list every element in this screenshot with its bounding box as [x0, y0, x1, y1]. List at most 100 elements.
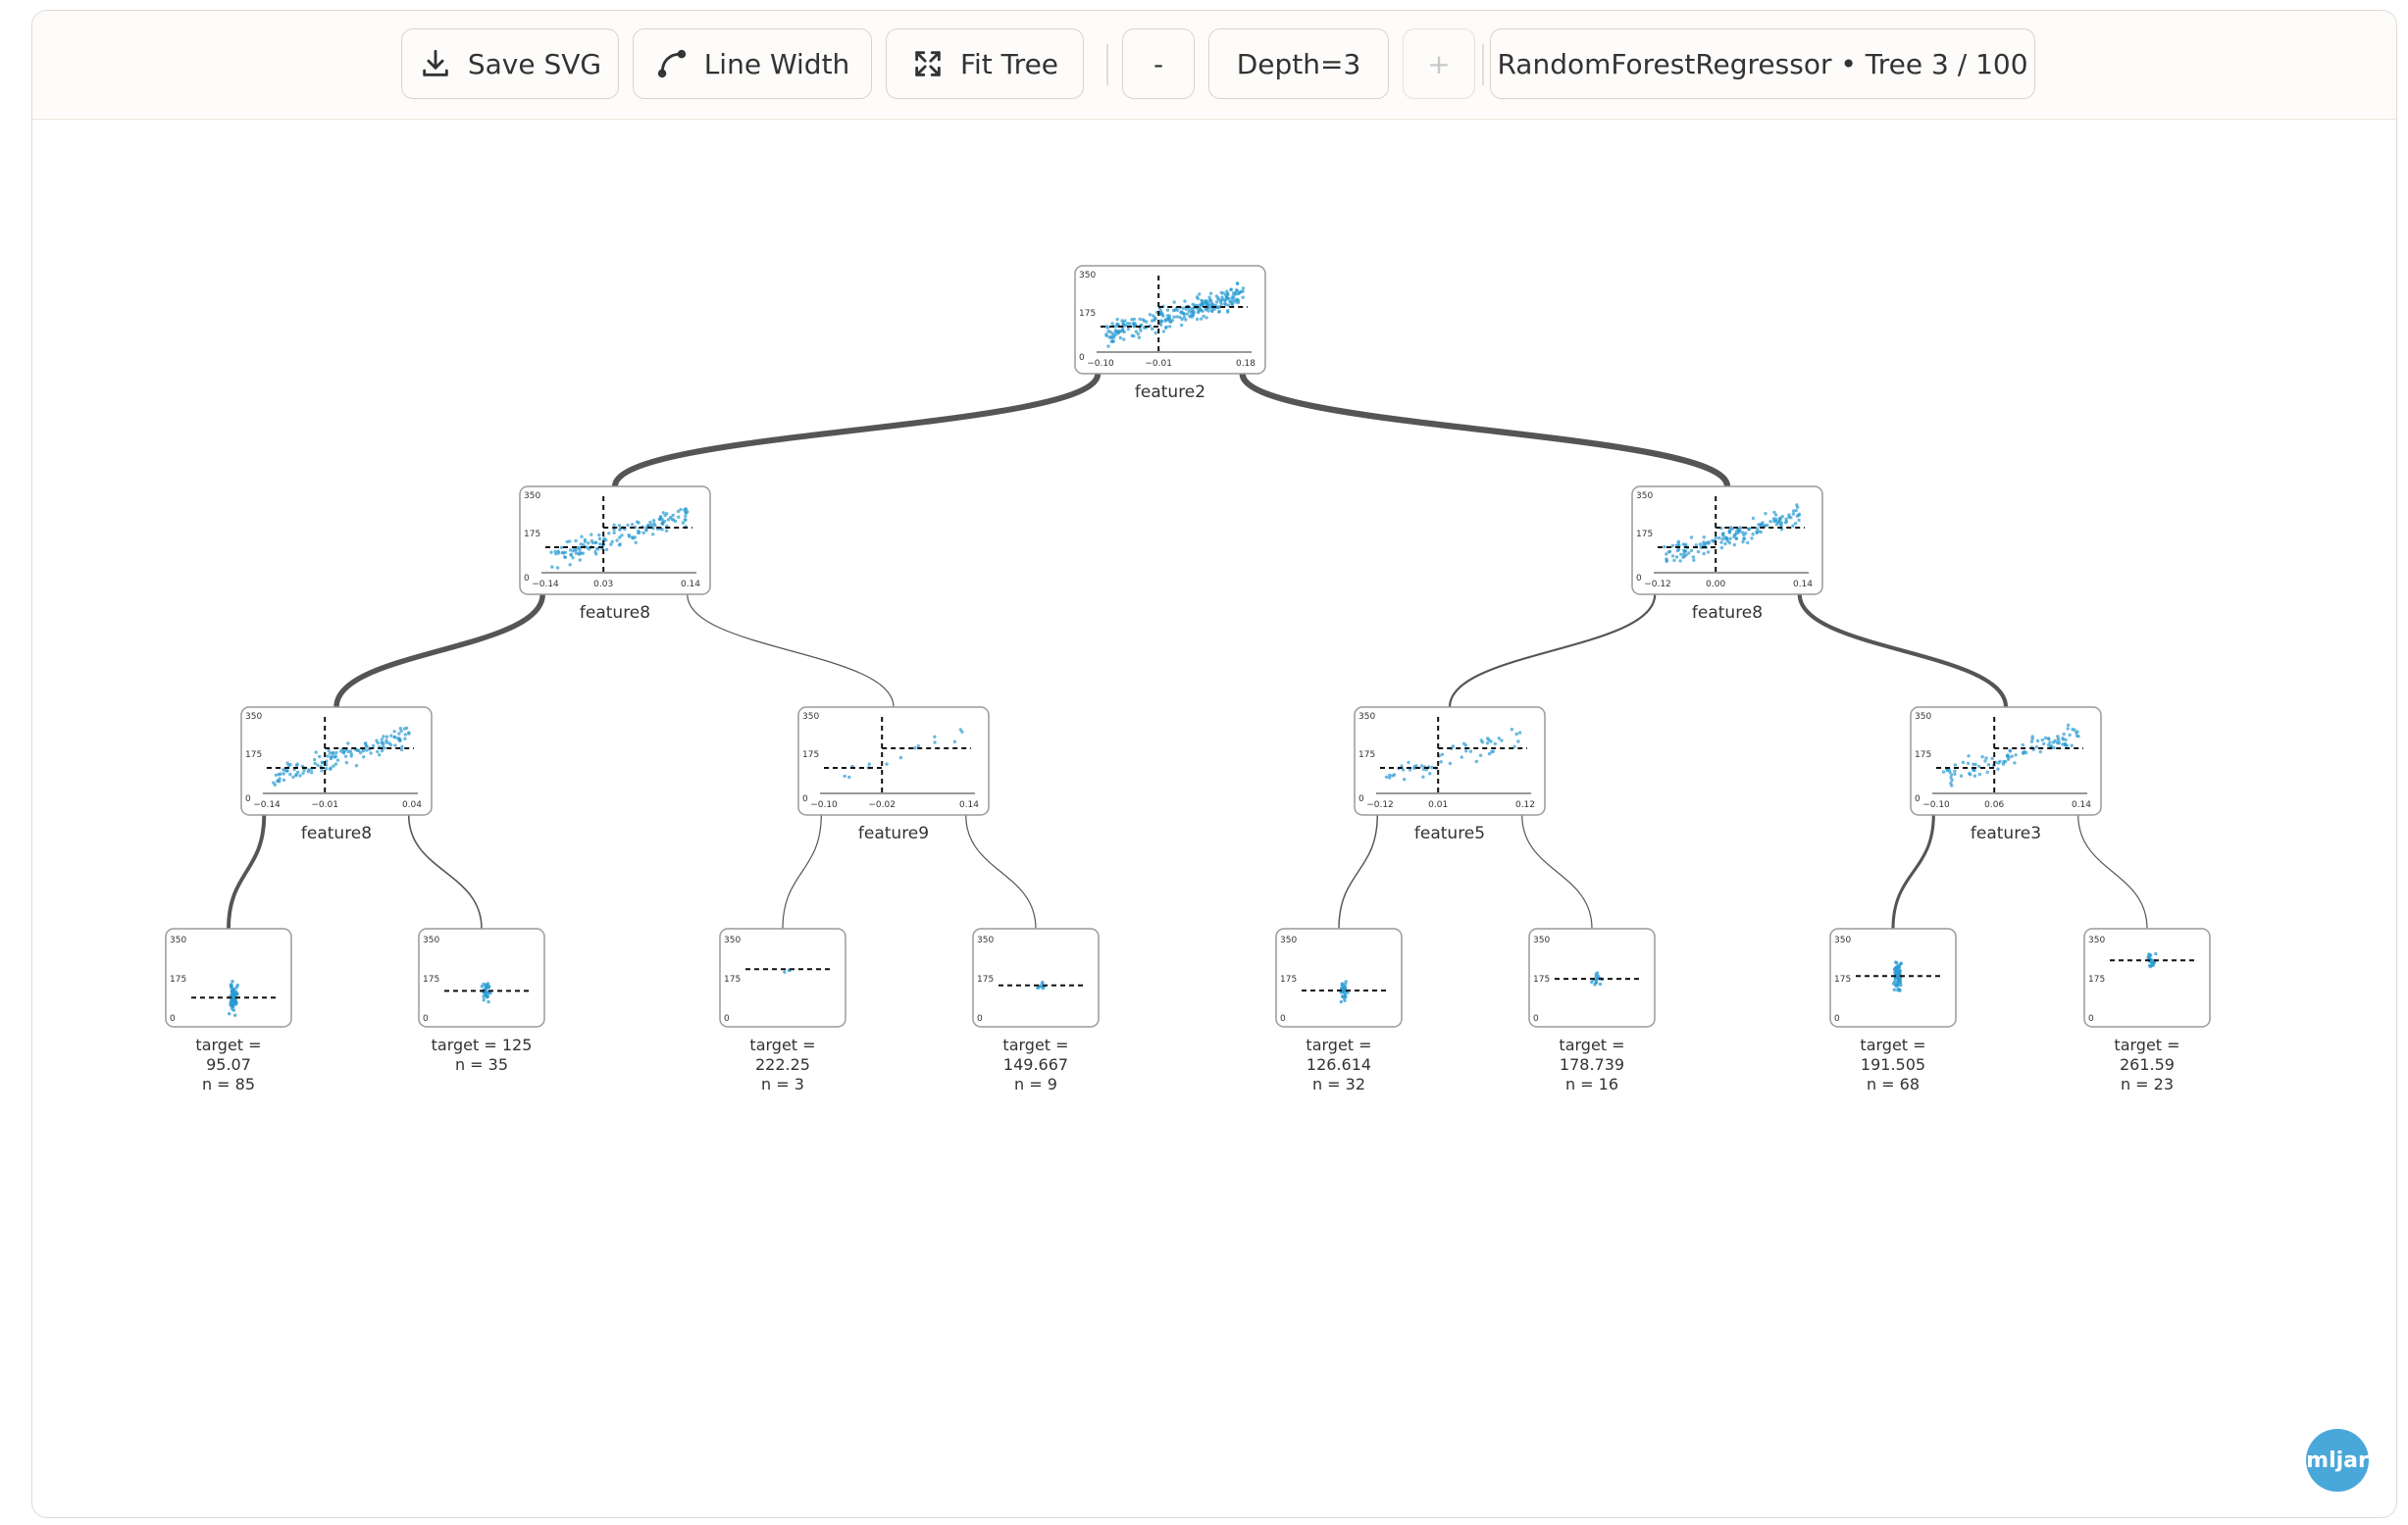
split-node-n5[interactable]: 0 175 350 −0.12 0.01 0.12 feature5: [1354, 706, 1546, 843]
data-point: [1672, 558, 1676, 563]
decision-tree-graph[interactable]: 0 175 350 −0.10 −0.01 0.18 feature2 0 175 350 −0.1…: [32, 119, 2396, 1517]
split-node-n2[interactable]: 0 175 350 −0.12 0.00 0.14 feature8: [1631, 485, 1823, 623]
split-feature-label: feature8: [1692, 603, 1763, 623]
y-tick-label: 175: [524, 530, 540, 539]
data-point: [1126, 322, 1130, 326]
data-point: [594, 546, 599, 550]
data-point: [231, 996, 234, 1000]
data-point: [1897, 963, 1902, 967]
data-point: [885, 762, 889, 766]
data-point: [1225, 310, 1230, 314]
leaf-node-l5[interactable]: 0 175 350 target =178.739n = 16: [1528, 928, 1656, 1093]
data-point: [1235, 288, 1239, 292]
data-point: [1675, 548, 1680, 553]
data-point: [1702, 535, 1707, 539]
leaf-target-label: target =: [195, 1036, 261, 1054]
data-point: [615, 538, 619, 542]
data-point: [346, 749, 350, 754]
tree-edge-n2-n6: [1797, 593, 2009, 708]
data-point: [1339, 999, 1344, 1004]
data-point: [1384, 775, 1389, 779]
data-point: [1230, 302, 1235, 307]
data-point: [1210, 309, 1214, 313]
leaf-target-label: 95.07: [206, 1055, 251, 1074]
data-point: [365, 744, 369, 748]
x-tick-label: 0.18: [1236, 359, 1255, 369]
x-tick-label: −0.12: [1366, 800, 1394, 810]
data-point: [556, 549, 560, 553]
data-point: [482, 994, 486, 998]
data-point: [1736, 531, 1740, 535]
split-node-box[interactable]: [1354, 706, 1546, 816]
data-point: [313, 757, 317, 762]
tree-edge-n6-l6: [1891, 814, 1935, 930]
split-node-n0[interactable]: 0 175 350 −0.10 −0.01 0.18 feature2: [1074, 265, 1266, 402]
data-point: [277, 779, 281, 783]
data-point: [1200, 317, 1204, 321]
x-tick-label: −0.02: [868, 800, 896, 810]
depth-display: Depth=3: [1208, 28, 1389, 99]
data-point: [399, 729, 403, 733]
data-point: [1950, 778, 1954, 783]
save-svg-button[interactable]: Save SVG: [401, 28, 619, 99]
y-tick-label: 350: [170, 936, 186, 945]
data-point: [1514, 732, 1518, 737]
data-point: [1953, 763, 1958, 767]
data-point: [325, 767, 329, 771]
data-point: [365, 748, 369, 752]
data-point: [1474, 759, 1479, 764]
leaf-node-l1[interactable]: 0 175 350 target = 125n = 35: [418, 928, 545, 1074]
data-point: [579, 551, 584, 555]
data-point: [574, 548, 578, 553]
leaf-sample-count: n = 68: [1867, 1075, 1920, 1093]
data-point: [589, 538, 593, 543]
y-tick-label: 175: [724, 975, 741, 985]
data-point: [1772, 510, 1776, 515]
y-tick-label: 175: [1280, 975, 1297, 985]
split-node-box[interactable]: [519, 485, 711, 595]
data-point: [1118, 335, 1123, 340]
data-point: [657, 517, 661, 522]
data-point: [684, 507, 689, 511]
split-node-box[interactable]: [797, 706, 990, 816]
data-point: [617, 524, 622, 528]
leaf-node-l3[interactable]: 0 175 350 target =149.667n = 9: [972, 928, 1100, 1093]
data-point: [681, 521, 686, 525]
data-point: [1165, 308, 1170, 312]
data-point: [2006, 757, 2011, 761]
split-node-n4[interactable]: 0 175 350 −0.10 −0.02 0.14 feature9: [797, 706, 990, 843]
leaf-node-l4[interactable]: 0 175 350 target =126.614n = 32: [1275, 928, 1403, 1093]
tree-edge-n5-l4: [1338, 814, 1379, 930]
split-node-n1[interactable]: 0 175 350 −0.14 0.03 0.14 feature8: [519, 485, 711, 623]
split-node-n3[interactable]: 0 175 350 −0.14 −0.01 0.04 feature8: [240, 706, 433, 843]
data-point: [571, 556, 575, 560]
tree-canvas[interactable]: 0 175 350 −0.10 −0.01 0.18 feature2 0 175 350 −0.1…: [32, 119, 2396, 1517]
leaf-node-l7[interactable]: 0 175 350 target =261.59n = 23: [2083, 928, 2211, 1093]
data-point: [1678, 559, 1682, 563]
line-width-button[interactable]: Line Width: [633, 28, 872, 99]
data-point: [1977, 772, 1982, 777]
data-point: [1682, 548, 1686, 553]
fit-tree-button[interactable]: Fit Tree: [886, 28, 1084, 99]
leaf-node-l6[interactable]: 0 175 350 target =191.505n = 68: [1829, 928, 1957, 1093]
data-point: [1137, 335, 1142, 339]
leaf-node-l2[interactable]: 0 175 350 target =222.25n = 3: [719, 928, 846, 1093]
data-point: [1795, 514, 1800, 518]
data-point: [1757, 523, 1761, 527]
y-tick-label: 350: [2088, 936, 2105, 945]
data-point: [597, 536, 602, 541]
leaf-node-l0[interactable]: 0 175 350 target =95.07n = 85: [165, 928, 292, 1093]
data-point: [1185, 312, 1190, 316]
data-point: [684, 514, 688, 518]
data-point: [554, 552, 558, 556]
data-point: [1977, 764, 1981, 769]
data-point: [326, 754, 330, 758]
data-point: [1959, 774, 1964, 778]
depth-minus-button[interactable]: -: [1122, 28, 1195, 99]
data-point: [1191, 302, 1195, 306]
split-node-n6[interactable]: 0 175 350 −0.10 0.06 0.14 feature3: [1910, 706, 2102, 843]
y-tick-label: 0: [245, 794, 251, 804]
y-tick-label: 350: [802, 712, 819, 722]
depth-plus-button[interactable]: +: [1403, 28, 1475, 99]
data-point: [344, 760, 349, 765]
